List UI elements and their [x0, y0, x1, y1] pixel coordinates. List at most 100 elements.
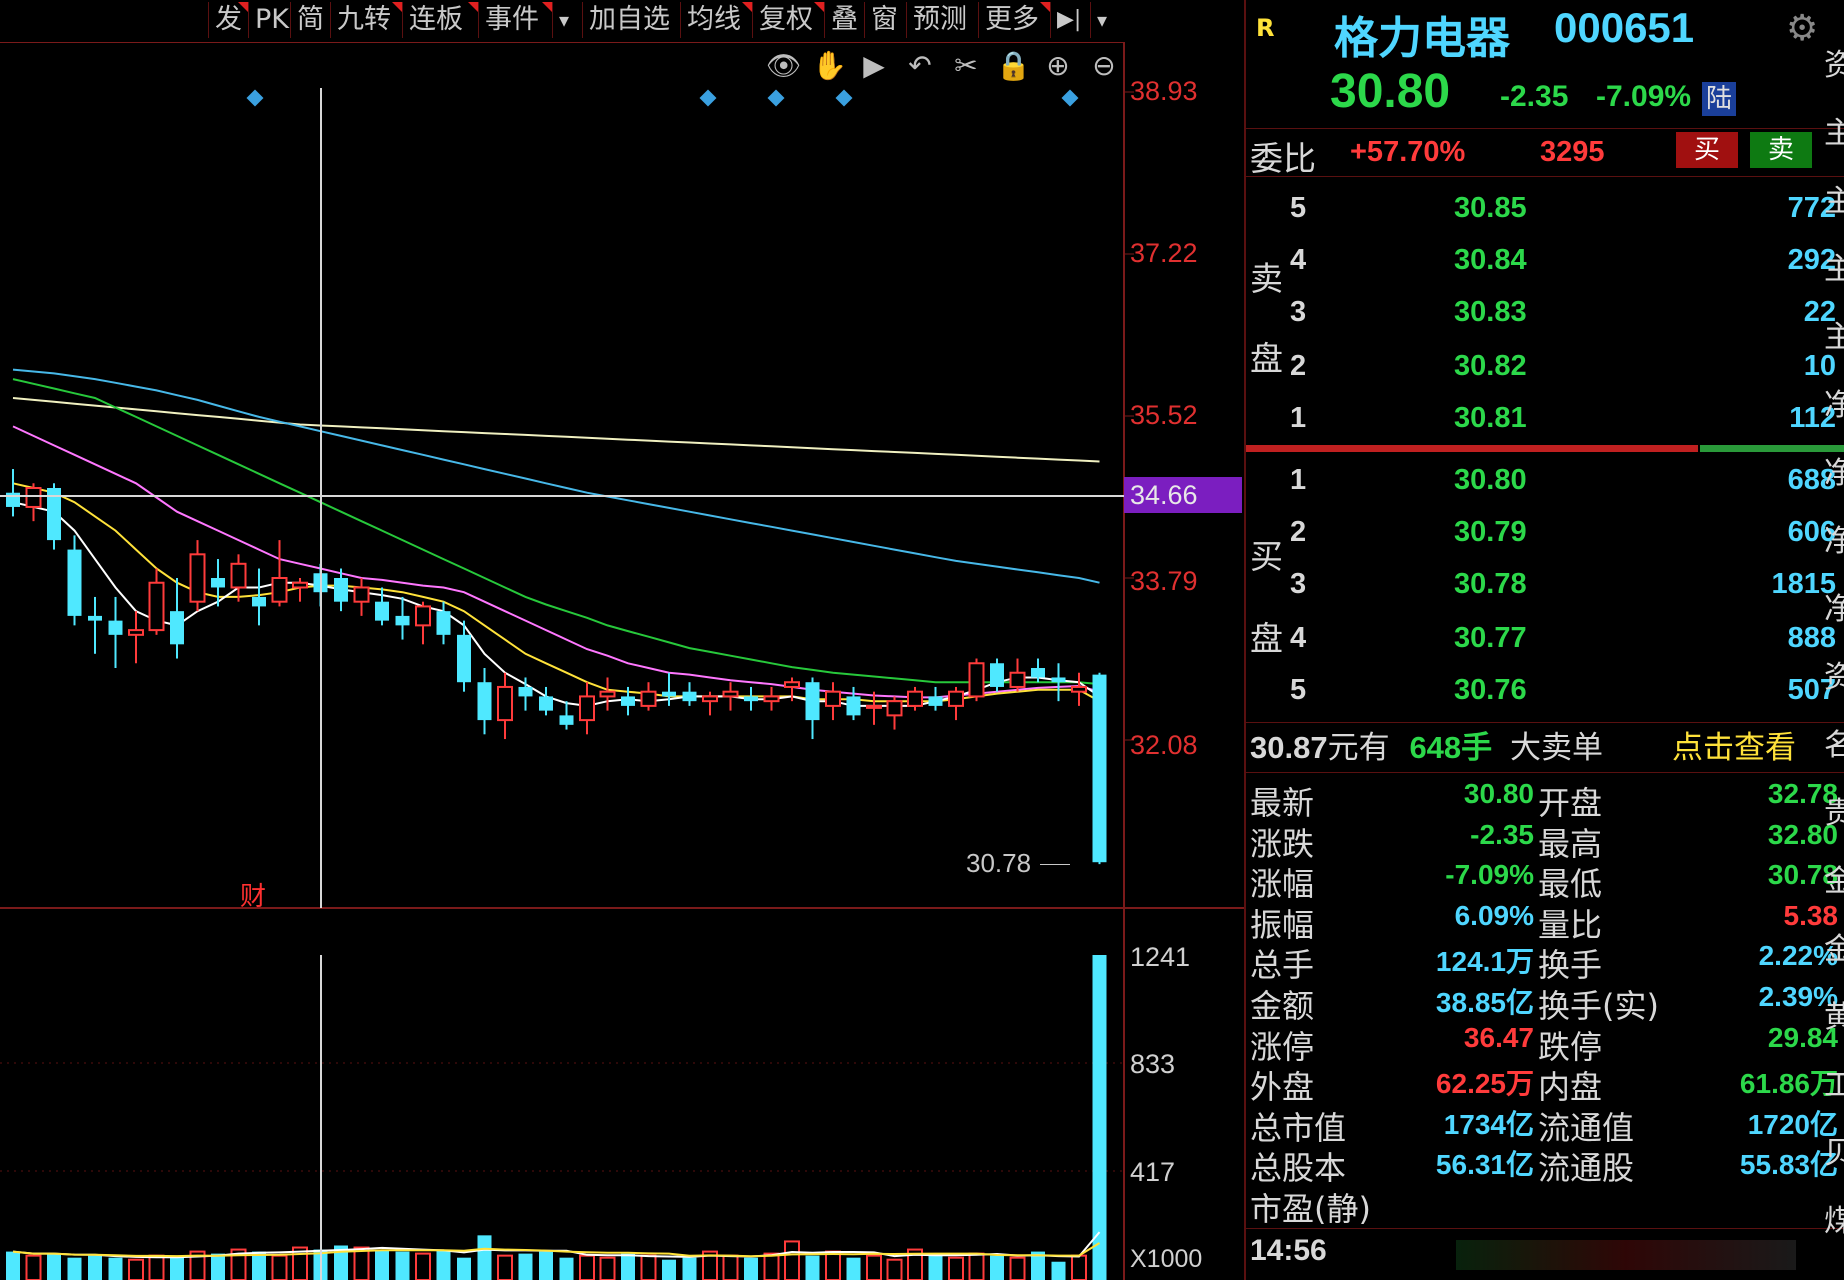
candle-body — [907, 690, 923, 707]
volume-bar — [1051, 1261, 1066, 1280]
volume-bar — [662, 1259, 676, 1280]
volume-bar — [722, 1254, 739, 1280]
volume-bar — [395, 1251, 410, 1280]
bid-price[interactable]: 30.77 — [1454, 622, 1527, 655]
ask-level: 1 — [1290, 402, 1307, 434]
kline-chart[interactable] — [0, 0, 1244, 1280]
volume-bar — [763, 1252, 780, 1280]
buy-button[interactable]: 买 — [1676, 132, 1738, 168]
price-change-pct: -7.09% — [1596, 80, 1692, 113]
volume-bar — [866, 1254, 882, 1280]
quote-value: 5.38 — [1783, 899, 1839, 931]
side-column-char: 资 — [1824, 660, 1844, 695]
quote-label: 跌停 — [1538, 1027, 1603, 1066]
volume-bar — [148, 1254, 165, 1280]
bid-volume: 606 — [1787, 516, 1836, 548]
candle-body — [271, 577, 288, 603]
price-tick: 37.22 — [1130, 238, 1198, 268]
sell-side-label: 卖 — [1250, 259, 1283, 298]
bid-price[interactable]: 30.76 — [1454, 674, 1527, 707]
candle-body — [682, 691, 697, 702]
side-column-char: 黄 — [1824, 1000, 1844, 1035]
bid-price[interactable]: 30.79 — [1454, 516, 1527, 549]
candle-body — [599, 690, 616, 698]
big-order-hands: 648手 — [1409, 730, 1493, 765]
quote-value: 6.09% — [1454, 899, 1534, 931]
side-column-char: 净 — [1824, 592, 1844, 627]
r-badge: R — [1256, 14, 1275, 42]
volume-bar — [886, 1258, 903, 1280]
candle-body — [67, 549, 82, 616]
volume-bar — [1009, 1256, 1026, 1280]
volume-bar — [805, 1255, 820, 1280]
quote-value: 1734亿 — [1443, 1108, 1534, 1140]
quote-value: 62.25万 — [1435, 1068, 1534, 1100]
price-tick: 35.52 — [1130, 400, 1198, 430]
price-tick: 38.93 — [1130, 76, 1198, 106]
bid-level: 2 — [1290, 516, 1307, 548]
ask-price[interactable]: 30.84 — [1454, 244, 1527, 277]
ask-volume: 772 — [1787, 192, 1836, 224]
quote-value: 29.84 — [1767, 1021, 1838, 1053]
stock-name: 格力电器 — [1334, 13, 1510, 64]
sell-button[interactable]: 卖 — [1750, 132, 1812, 168]
volume-tick: 833 — [1130, 1049, 1176, 1079]
big-order-yuan: 元有 — [1327, 730, 1390, 766]
bid-price[interactable]: 30.78 — [1454, 568, 1527, 601]
ma-line-ma120 — [12, 368, 1100, 584]
volume-bar — [825, 1250, 841, 1280]
view-big-order-link[interactable]: 点击查看 — [1672, 726, 1796, 770]
buy-side-label: 买 — [1250, 537, 1283, 576]
quote-value: 30.78 — [1767, 859, 1838, 891]
ask-level: 3 — [1290, 296, 1307, 328]
event-marker-icon — [835, 89, 853, 107]
candle-body — [805, 682, 820, 721]
divider — [1246, 772, 1844, 773]
ask-volume: 22 — [1803, 296, 1836, 328]
candle-body — [1071, 685, 1087, 693]
side-column-char: 主 — [1824, 184, 1844, 219]
candle-body — [252, 596, 266, 607]
stock-code: 000651 — [1554, 4, 1695, 51]
candle-body — [211, 578, 225, 588]
quote-label: 流通值 — [1538, 1108, 1635, 1147]
quote-label: 总股本 — [1250, 1149, 1347, 1188]
ask-level: 2 — [1290, 350, 1307, 382]
tick-blur-area — [1456, 1240, 1796, 1270]
volume-bar — [640, 1254, 657, 1280]
volume-bar — [559, 1257, 574, 1280]
buy-side-label: 盘 — [1250, 619, 1283, 658]
bid-price[interactable]: 30.80 — [1454, 464, 1527, 497]
candle-body — [457, 634, 471, 683]
ask-price[interactable]: 30.81 — [1454, 402, 1527, 435]
candle-body — [763, 695, 780, 703]
quote-label: 涨停 — [1250, 1027, 1315, 1066]
volume-tick: 1241 — [1130, 942, 1191, 972]
volume-bar — [271, 1254, 288, 1280]
current-price-tag: 34.66 — [1124, 477, 1242, 513]
ma-line-ma20 — [12, 425, 1100, 699]
quote-label: 流通股 — [1538, 1149, 1635, 1188]
candle-body — [108, 620, 123, 635]
candle-body — [128, 629, 144, 636]
ask-price[interactable]: 30.85 — [1454, 192, 1527, 225]
big-order-banner[interactable]: 30.87元有 648手 大卖单 — [1250, 726, 1603, 770]
volume-bar — [518, 1253, 533, 1280]
event-marker-icon — [1061, 89, 1079, 107]
quote-value: -7.09% — [1445, 859, 1534, 891]
ask-level: 4 — [1290, 244, 1307, 276]
candle-body — [477, 682, 492, 721]
volume-bar — [599, 1256, 616, 1280]
bid-level: 4 — [1290, 622, 1307, 654]
ask-price[interactable]: 30.82 — [1454, 350, 1527, 383]
quote-label: 金额 — [1250, 987, 1315, 1025]
quote-label: 内盘 — [1538, 1068, 1603, 1107]
quote-value: -2.35 — [1470, 818, 1534, 850]
price-tick: 33.79 — [1130, 566, 1198, 596]
financial-report-marker[interactable]: 财 — [240, 876, 266, 913]
bid-level: 5 — [1290, 674, 1307, 706]
ask-price[interactable]: 30.83 — [1454, 296, 1527, 329]
candle-body — [784, 681, 800, 688]
gear-icon[interactable]: ⚙ — [1786, 8, 1818, 49]
candle-body — [170, 611, 184, 645]
